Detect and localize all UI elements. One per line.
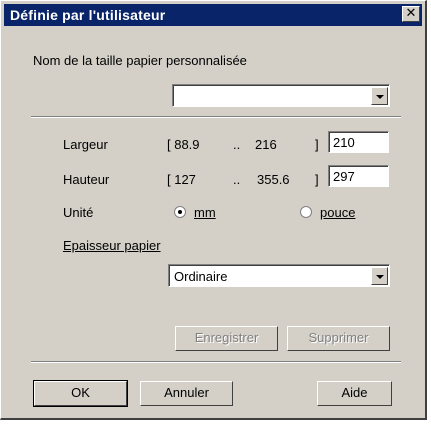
width-input-value: 210 xyxy=(329,132,388,152)
separator-bottom xyxy=(31,361,401,363)
height-range-close: ] xyxy=(315,172,319,187)
height-input-value: 297 xyxy=(329,166,388,186)
width-label: Largeur xyxy=(63,137,108,152)
help-button[interactable]: Aide xyxy=(317,381,392,406)
height-range-max: 355.6 xyxy=(257,172,290,187)
ok-button[interactable]: OK xyxy=(33,380,128,407)
paper-name-label: Nom de la taille papier personnalisée xyxy=(33,53,247,68)
height-range-separator: .. xyxy=(233,172,241,187)
unit-pouce-label[interactable]: pouce xyxy=(320,205,355,220)
paper-thickness-label: Epaisseur papier xyxy=(63,238,161,253)
unit-mm-radio[interactable] xyxy=(174,206,186,218)
chevron-down-icon[interactable] xyxy=(371,87,388,105)
unit-pouce-radio[interactable] xyxy=(300,206,312,218)
unit-mm-label[interactable]: mm xyxy=(194,205,216,220)
close-icon[interactable]: ✕ xyxy=(402,6,420,22)
height-input[interactable]: 297 xyxy=(328,165,389,187)
width-range-min: [ 88.9 xyxy=(167,137,200,152)
chevron-down-icon[interactable] xyxy=(371,267,388,285)
custom-paper-size-dialog: Définie par l'utilisateur ✕ Nom de la ta… xyxy=(0,0,427,420)
paper-thickness-select[interactable]: Ordinaire xyxy=(168,264,390,287)
width-range-close: ] xyxy=(315,137,319,152)
cancel-button[interactable]: Annuler xyxy=(140,381,233,406)
separator-top xyxy=(31,116,401,118)
delete-button[interactable]: Supprimer xyxy=(287,326,390,351)
title-bar: Définie par l'utilisateur ✕ xyxy=(4,4,422,26)
width-input[interactable]: 210 xyxy=(328,131,389,153)
save-button[interactable]: Enregistrer xyxy=(175,326,278,351)
unit-label: Unité xyxy=(63,205,94,220)
dialog-title: Définie par l'utilisateur xyxy=(10,7,166,23)
height-range-min: [ 127 xyxy=(167,172,196,187)
width-range-max: 216 xyxy=(255,137,277,152)
height-label: Hauteur xyxy=(63,172,110,187)
paper-thickness-value: Ordinaire xyxy=(174,269,228,284)
paper-name-combobox[interactable] xyxy=(172,84,390,107)
width-range-separator: .. xyxy=(233,137,241,152)
